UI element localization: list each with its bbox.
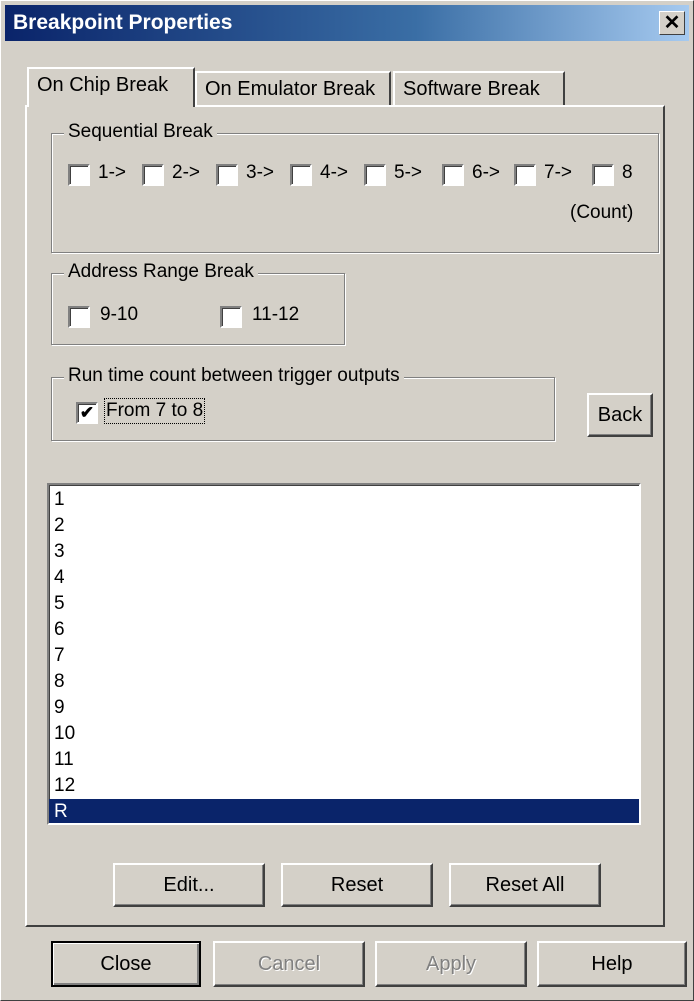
sequential-checkbox-label-7: 7-> — [544, 162, 572, 183]
tab-label: On Chip Break — [37, 74, 169, 96]
sequential-checkbox-6[interactable] — [442, 164, 464, 186]
list-item[interactable]: 10 — [49, 721, 639, 747]
sequential-break-group: Sequential Break 1-> 2-> 3-> 4-> 5-> 6-> 7-> 8 … — [51, 121, 659, 253]
sequential-checkbox-5[interactable] — [364, 164, 386, 186]
list-item[interactable]: 8 — [49, 669, 639, 695]
checkbox-label-9-10: 9-10 — [100, 304, 139, 325]
reset-button[interactable]: Reset — [281, 863, 433, 907]
tab-label: On Emulator Break — [205, 78, 376, 100]
list-item[interactable]: 9 — [49, 695, 639, 721]
tab-label: Software Break — [403, 78, 540, 100]
sequential-checkbox-label-2: 2-> — [172, 162, 200, 183]
checkbox-9-10[interactable] — [68, 306, 90, 328]
tab-on-emulator-break[interactable]: On Emulator Break — [195, 71, 391, 107]
sequential-checkbox-label-5: 5-> — [394, 162, 422, 183]
list-item[interactable]: 7 — [49, 643, 639, 669]
list-item[interactable]: 12 — [49, 773, 639, 799]
breakpoint-properties-dialog: Breakpoint Properties ✕ On Chip Break On… — [0, 0, 694, 1001]
list-item[interactable]: 1 — [49, 487, 639, 513]
sequential-checkbox-8[interactable] — [592, 164, 614, 186]
run-time-count-group: Run time count between trigger outputs ✔… — [51, 365, 555, 441]
address-range-break-legend: Address Range Break — [64, 261, 258, 283]
run-time-count-legend: Run time count between trigger outputs — [64, 365, 404, 387]
title-bar[interactable]: Breakpoint Properties ✕ — [5, 5, 689, 41]
sequential-checkbox-2[interactable] — [142, 164, 164, 186]
sequential-checkbox-7[interactable] — [514, 164, 536, 186]
list-item[interactable]: 3 — [49, 539, 639, 565]
checkbox-label-11-12: 11-12 — [252, 304, 300, 325]
help-button[interactable]: Help — [537, 941, 687, 987]
sequential-checkbox-1[interactable] — [68, 164, 90, 186]
sequential-checkbox-label-1: 1-> — [98, 162, 126, 183]
list-item[interactable]: R — [49, 799, 639, 823]
sequential-break-legend: Sequential Break — [64, 121, 217, 143]
run-time-checkbox[interactable]: ✔ — [76, 402, 98, 424]
close-icon[interactable]: ✕ — [659, 11, 685, 35]
sequential-checkbox-label-6: 6-> — [472, 162, 500, 183]
dialog-title: Breakpoint Properties — [13, 11, 233, 34]
sequential-checkbox-label-4: 4-> — [320, 162, 348, 183]
sequential-checkbox-4[interactable] — [290, 164, 312, 186]
back-button[interactable]: Back — [587, 393, 653, 437]
list-item[interactable]: 6 — [49, 617, 639, 643]
reset-all-button[interactable]: Reset All — [449, 863, 601, 907]
apply-button[interactable]: Apply — [375, 941, 527, 987]
run-time-checkbox-label: From 7 to 8 — [103, 398, 206, 424]
on-chip-break-panel: Sequential Break 1-> 2-> 3-> 4-> 5-> 6-> 7-> 8 … — [25, 105, 665, 927]
close-button[interactable]: Close — [51, 941, 201, 987]
count-label: (Count) — [570, 202, 634, 223]
cancel-button[interactable]: Cancel — [213, 941, 365, 987]
sequential-checkbox-3[interactable] — [216, 164, 238, 186]
address-range-break-group: Address Range Break 9-10 11-12 — [51, 261, 345, 345]
list-item[interactable]: 4 — [49, 565, 639, 591]
sequential-checkbox-label-8: 8 — [622, 162, 633, 183]
list-item[interactable]: 5 — [49, 591, 639, 617]
edit-button[interactable]: Edit... — [113, 863, 265, 907]
list-item[interactable]: 2 — [49, 513, 639, 539]
tab-software-break[interactable]: Software Break — [393, 71, 565, 107]
checkbox-11-12[interactable] — [220, 306, 242, 328]
list-item[interactable]: 11 — [49, 747, 639, 773]
breakpoint-list[interactable]: 1 2 3 4 5 6 7 8 9 10 11 12 R — [47, 483, 641, 825]
tab-on-chip-break[interactable]: On Chip Break — [27, 67, 195, 107]
sequential-checkbox-label-3: 3-> — [246, 162, 274, 183]
